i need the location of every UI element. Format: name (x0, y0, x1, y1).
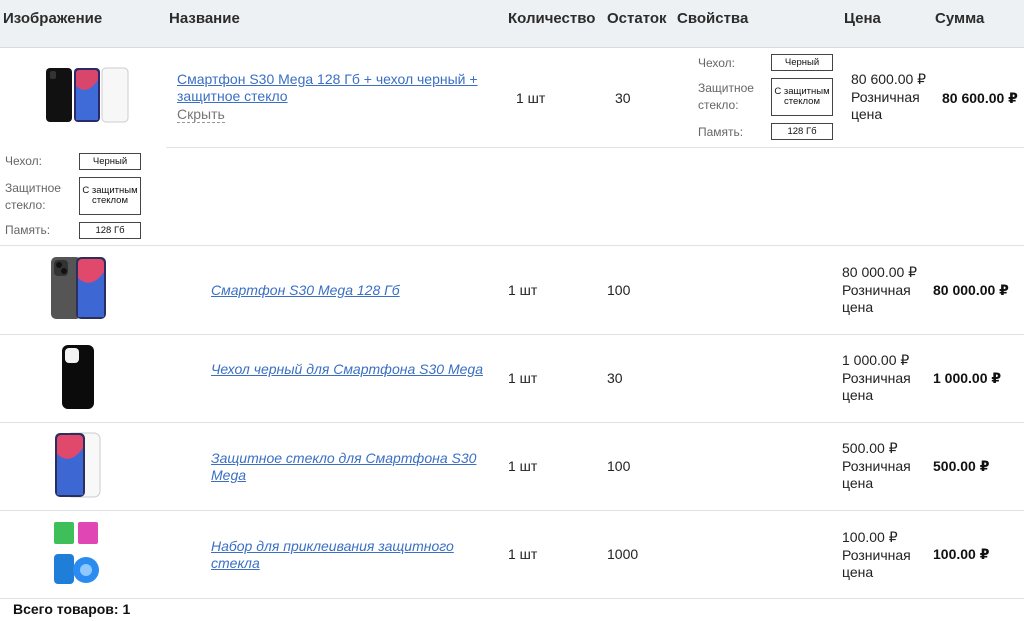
product-price: 100.00 ₽ Розничная цена (842, 529, 911, 580)
bundle-product-link[interactable]: Смартфон S30 Mega 128 Гб + чехол черный … (177, 71, 502, 105)
bundle-product-image (46, 67, 129, 123)
product-sum: 1 000.00 ₽ (933, 370, 1002, 386)
divider (0, 510, 1024, 511)
bundle-qty: 1 шт (516, 90, 546, 106)
product-price: 80 000.00 ₽ Розничная цена (842, 264, 918, 315)
prop-value-memory: 128 Гб (79, 222, 141, 239)
header-stock: Остаток (607, 10, 667, 27)
header-image: Изображение (3, 10, 103, 27)
bundle-price: 80 600.00 ₽ Розничная цена (851, 71, 927, 122)
bundle-stock: 30 (615, 90, 631, 106)
product-sum: 80 000.00 ₽ (933, 282, 1009, 298)
product-stock: 1000 (607, 546, 639, 562)
divider (0, 422, 1024, 423)
prop-label-glass: Защитное стекло: (5, 181, 61, 212)
case-image (62, 345, 94, 409)
phone-image (51, 257, 106, 319)
divider (0, 598, 1024, 599)
prop-value-case: Черный (79, 153, 141, 170)
header-name: Название (169, 10, 240, 27)
product-sum: 100.00 ₽ (933, 546, 990, 562)
bundle-sum: 80 600.00 ₽ (942, 90, 1018, 106)
prop-label-case: Чехол: (698, 56, 736, 70)
product-price: 1 000.00 ₽ Розничная цена (842, 352, 911, 403)
screen-glass-image (55, 432, 101, 498)
prop-label-case: Чехол: (5, 154, 43, 168)
product-stock: 100 (607, 458, 631, 474)
prop-label-memory: Память: (5, 223, 51, 237)
product-stock: 30 (607, 370, 623, 386)
prop-value-memory: 128 Гб (771, 123, 833, 140)
hide-toggle[interactable]: Скрыть (177, 106, 225, 123)
sticker-kit-image (54, 522, 99, 584)
product-qty: 1 шт (508, 282, 538, 298)
product-qty: 1 шт (508, 370, 538, 386)
prop-label-glass: Защитное стекло: (698, 81, 754, 112)
table-header: Изображение Название Количество Остаток … (0, 0, 1024, 48)
product-qty: 1 шт (508, 546, 538, 562)
total-items: Всего товаров: 1 (13, 601, 131, 617)
product-qty: 1 шт (508, 458, 538, 474)
prop-label-memory: Память: (698, 125, 744, 139)
divider (166, 147, 1024, 148)
prop-value-case: Черный (771, 54, 833, 71)
divider (0, 334, 1024, 335)
product-link[interactable]: Чехол черный для Смартфона S30 Mega (211, 361, 496, 378)
product-sum: 500.00 ₽ (933, 458, 990, 474)
divider (0, 245, 1024, 246)
prop-value-glass: С защитным стеклом (771, 78, 833, 116)
header-qty: Количество (508, 10, 596, 27)
product-link[interactable]: Защитное стекло для Смартфона S30 Mega (211, 450, 496, 484)
header-sum: Сумма (935, 10, 985, 27)
product-price: 500.00 ₽ Розничная цена (842, 440, 911, 491)
product-link[interactable]: Набор для приклеивания защитного стекла (211, 538, 496, 572)
header-price: Цена (844, 10, 881, 27)
product-link[interactable]: Смартфон S30 Mega 128 Гб (211, 282, 496, 299)
header-props: Свойства (677, 10, 749, 27)
product-stock: 100 (607, 282, 631, 298)
prop-value-glass: С защитным стеклом (79, 177, 141, 215)
